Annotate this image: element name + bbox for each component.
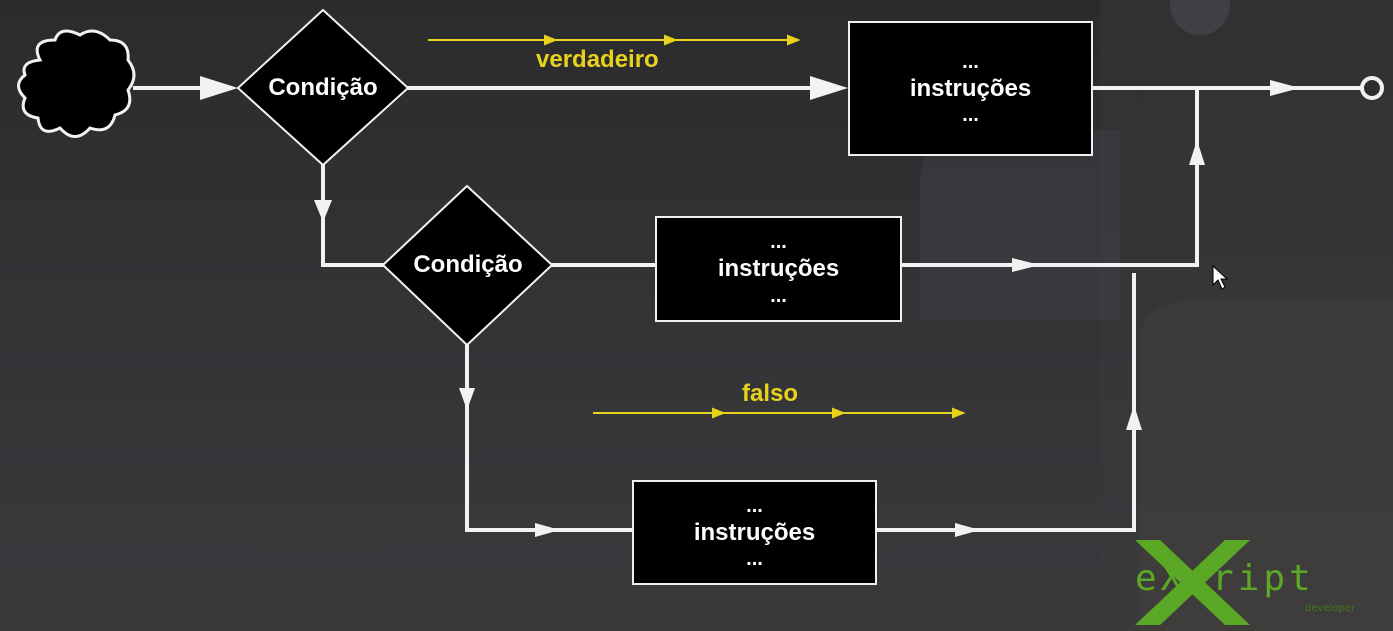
arrowhead [200,76,238,100]
block-1-top-dots: ... [962,50,979,73]
instruction-block-2: ... instruções ... [655,216,902,322]
excript-logo-wordmark: eXcript [1135,558,1315,599]
connector-false-1 [321,163,387,267]
arrowhead [1189,140,1205,165]
block-3-top-dots: ... [746,494,763,517]
true-label: verdadeiro [536,46,659,73]
mouse-cursor-icon [1212,264,1229,290]
end-circle-icon [1360,76,1384,100]
arrowhead [810,76,848,100]
arrowhead [459,388,475,410]
arrowhead [1126,405,1142,430]
block-2-top-dots: ... [770,231,787,254]
block-1-bottom-dots: ... [962,104,979,127]
arrowhead [955,523,980,537]
connector-block3-out [875,273,1136,532]
instruction-block-1: ... instruções ... [848,21,1093,156]
excript-logo-sub: developer [1305,603,1356,614]
block-1-label: instruções [909,74,1032,102]
connector-false-2 [465,343,634,532]
block-2-label: instruções [717,255,840,283]
arrowhead [1270,80,1300,96]
condition-label-1: Condição [268,74,378,101]
arrowhead [1012,258,1040,272]
cloud-icon [17,29,136,138]
block-2-bottom-dots: ... [770,284,787,307]
arrowhead [314,200,332,222]
instruction-block-3: ... instruções ... [632,480,877,585]
condition-label-2: Condição [413,251,523,278]
arrowhead [535,523,560,537]
block-3-label: instruções [693,518,816,546]
false-label: falso [742,380,799,407]
block-3-bottom-dots: ... [746,548,763,571]
flowchart-canvas: Condição Condição verdadeiro falso ... i… [0,0,1393,631]
